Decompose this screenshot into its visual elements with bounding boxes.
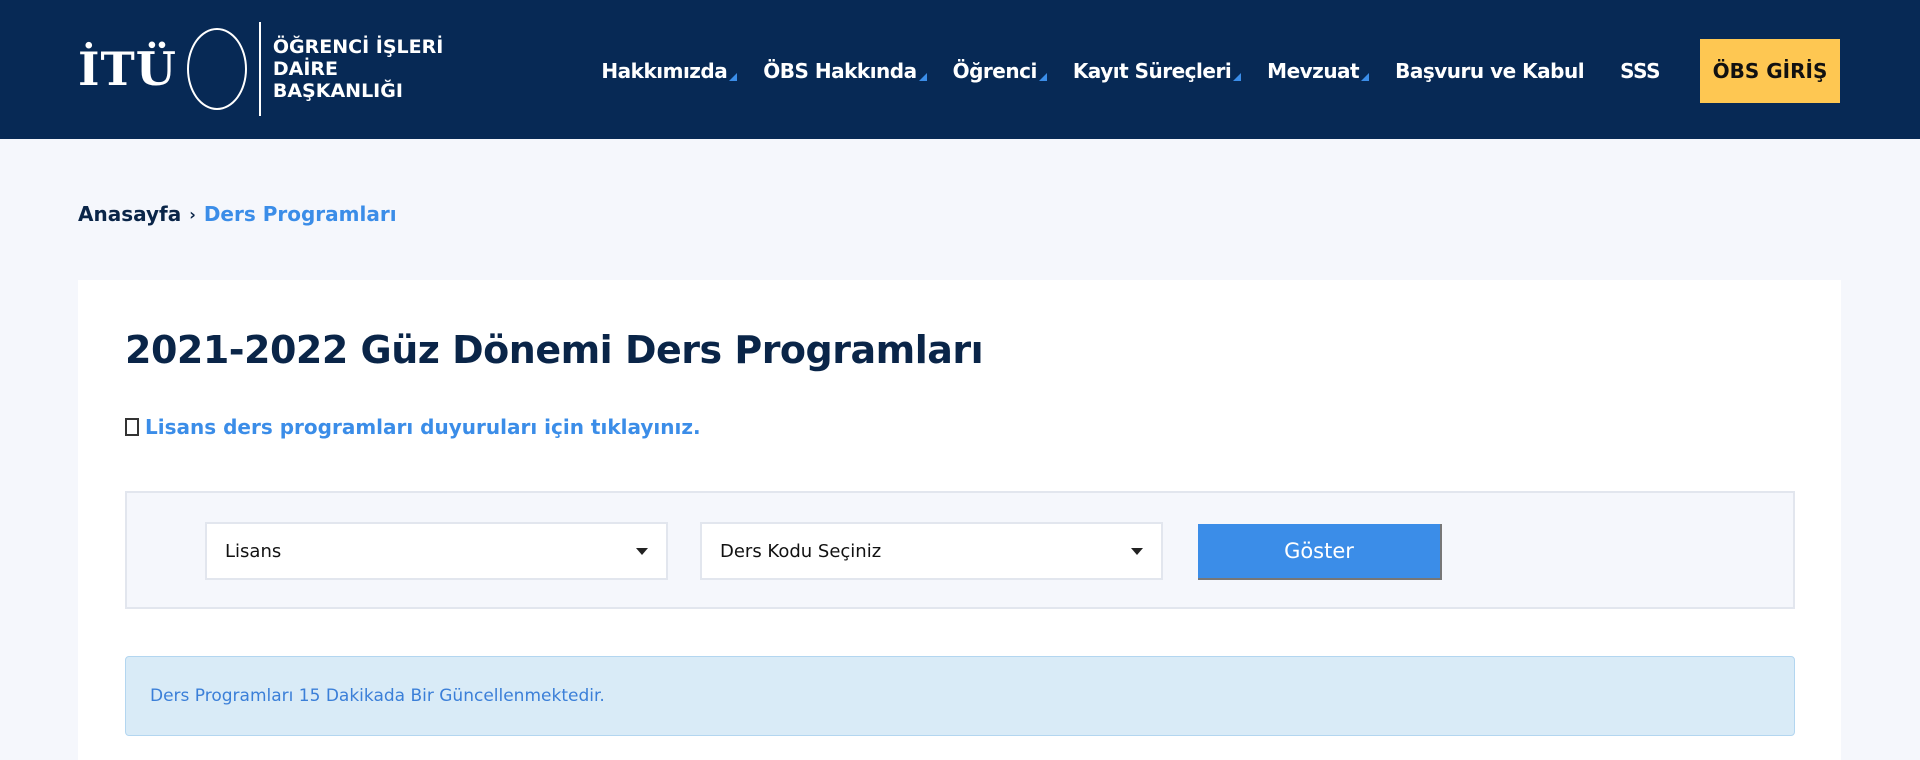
dropdown-indicator-icon	[918, 73, 927, 81]
unit-line: BAŞKANLIĞI	[272, 80, 403, 102]
nav-label: Öğrenci	[952, 59, 1038, 83]
logo-divider	[258, 22, 261, 116]
caret-down-icon	[636, 547, 648, 555]
logo-text: İTÜ	[78, 42, 177, 96]
itu-logo[interactable]: İTÜ ÖĞRENCİ İŞLERİ DAİRE BAŞKANLIĞI	[78, 22, 443, 116]
select-value: Ders Kodu Seçiniz	[720, 540, 882, 562]
nav-label: Hakkımızda	[601, 59, 728, 83]
nav-basvuru-ve-kabul[interactable]: Başvuru ve Kabul	[1395, 59, 1594, 83]
nav-mevzuat[interactable]: Mevzuat	[1267, 59, 1370, 83]
nav-label: SSS	[1620, 59, 1660, 83]
content-card: 2021-2022 Güz Dönemi Ders Programları Li…	[78, 280, 1841, 760]
nav-ogrenci[interactable]: Öğrenci	[953, 59, 1047, 83]
dropdown-indicator-icon	[1038, 73, 1047, 81]
nav-obs-hakkinda[interactable]: ÖBS Hakkında	[763, 59, 927, 83]
main-nav: Hakkımızda ÖBS Hakkında Öğrenci Kayıt Sü…	[575, 39, 1840, 103]
unit-line: ÖĞRENCİ İŞLERİ	[272, 36, 444, 58]
document-icon	[125, 418, 139, 436]
course-code-select[interactable]: Ders Kodu Seçiniz	[700, 522, 1163, 580]
caret-down-icon	[1131, 547, 1143, 555]
obs-login-button[interactable]: ÖBS GİRİŞ	[1700, 39, 1840, 103]
filter-panel: Lisans Ders Kodu Seçiniz Göster	[125, 491, 1795, 609]
show-button[interactable]: Göster	[1198, 524, 1442, 580]
unit-line: DAİRE	[272, 58, 339, 80]
nav-label: Kayıt Süreçleri	[1072, 59, 1232, 83]
site-header: İTÜ ÖĞRENCİ İŞLERİ DAİRE BAŞKANLIĞI Hakk…	[0, 0, 1920, 139]
dropdown-indicator-icon	[729, 73, 738, 81]
announcement-link[interactable]: Lisans ders programları duyuruları için …	[125, 415, 701, 439]
breadcrumb: Anasayfa › Ders Programları	[78, 202, 397, 226]
nav-hakkimizda[interactable]: Hakkımızda	[601, 59, 738, 83]
nav-kayit-surecleri[interactable]: Kayıt Süreçleri	[1072, 59, 1242, 83]
chevron-right-icon: ›	[189, 204, 196, 224]
unit-name: ÖĞRENCİ İŞLERİ DAİRE BAŞKANLIĞI	[273, 36, 443, 102]
breadcrumb-current: Ders Programları	[203, 202, 397, 226]
announcement-link-text: Lisans ders programları duyuruları için …	[145, 415, 701, 439]
dropdown-indicator-icon	[1361, 73, 1370, 81]
dropdown-indicator-icon	[1233, 73, 1242, 81]
page-title: 2021-2022 Güz Dönemi Ders Programları	[125, 328, 984, 372]
nav-sss[interactable]: SSS	[1620, 59, 1670, 83]
info-alert: Ders Programları 15 Dakikada Bir Güncell…	[125, 656, 1795, 736]
nav-label: Başvuru ve Kabul	[1395, 59, 1585, 83]
nav-label: ÖBS Hakkında	[763, 59, 917, 83]
breadcrumb-home[interactable]: Anasayfa	[78, 202, 181, 226]
nav-label: Mevzuat	[1267, 59, 1360, 83]
select-value: Lisans	[225, 540, 282, 562]
university-seal-icon	[186, 28, 247, 110]
level-select[interactable]: Lisans	[205, 522, 668, 580]
